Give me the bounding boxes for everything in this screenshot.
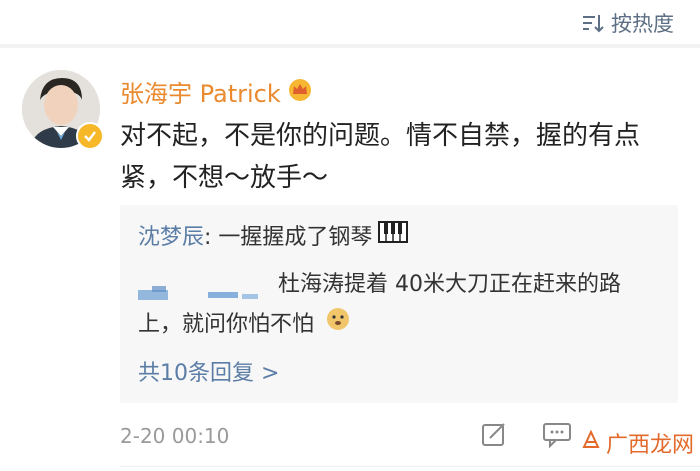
avatar[interactable] <box>22 70 104 150</box>
sort-label: 按热度 <box>611 12 674 36</box>
comment-author[interactable]: 张海宇 Patrick <box>120 74 313 109</box>
view-all-replies-link[interactable]: 共10条回复 > <box>138 355 279 387</box>
share-edit-icon[interactable] <box>480 420 508 452</box>
piano-icon <box>378 220 409 250</box>
bottom-divider <box>120 466 700 467</box>
sort-by-heat-button[interactable]: 按热度 <box>581 8 674 38</box>
reply-item[interactable]: 沈梦辰 : 一握握成了钢琴 <box>138 219 409 251</box>
doge-emoji-icon <box>325 305 351 345</box>
reply-author[interactable]: 沈梦辰 <box>138 219 204 251</box>
comment-text: 对不起，不是你的问题。情不自禁，握的有点紧，不想～放手～ <box>120 121 641 193</box>
watermark-text: 广西龙网 <box>605 433 694 458</box>
verified-badge-icon <box>76 122 104 150</box>
blurred-username <box>138 276 268 300</box>
replies-box[interactable]: 沈梦辰 : 一握握成了钢琴 杜海涛提着 40米大刀正在赶来的路上，就问你怕不怕 <box>120 205 678 403</box>
watermark: 广西龙网 <box>580 427 694 459</box>
reply-text: : 一握握成了钢琴 <box>204 225 373 250</box>
author-name: 张海宇 Patrick <box>120 80 281 108</box>
crown-icon <box>287 77 313 107</box>
comment-actions <box>480 420 572 452</box>
comment-icon[interactable] <box>542 420 572 452</box>
sort-icon <box>581 12 605 34</box>
top-divider <box>0 44 700 48</box>
reply-item[interactable]: 杜海涛提着 40米大刀正在赶来的路上，就问你怕不怕 <box>138 265 663 345</box>
watermark-logo-icon <box>580 429 602 457</box>
comment-timestamp: 2-20 00:10 <box>120 424 230 448</box>
